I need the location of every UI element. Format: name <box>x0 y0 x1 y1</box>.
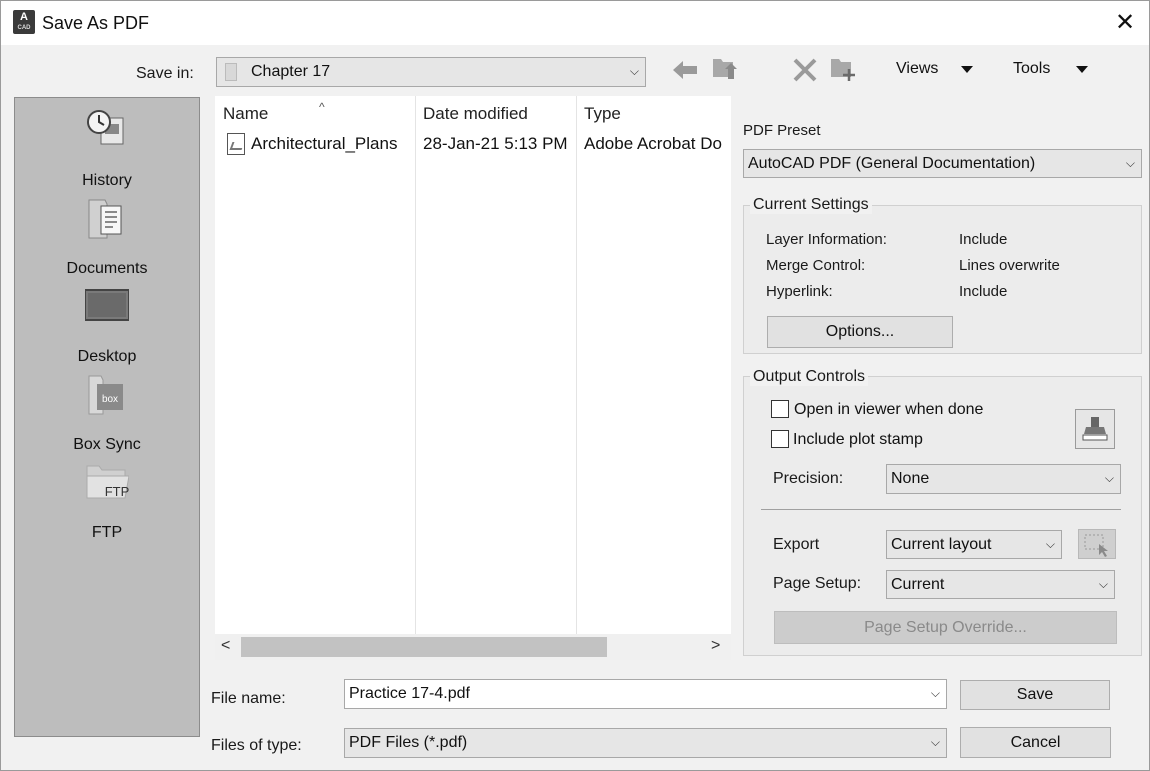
desktop-icon <box>85 289 129 321</box>
place-box-sync[interactable]: box Box Sync <box>15 372 199 458</box>
page-setup-override-button: Page Setup Override... <box>774 611 1117 644</box>
file-name-cell: Architectural_Plans <box>251 134 398 153</box>
pdf-preset-label: PDF Preset <box>743 122 821 139</box>
pdf-preset-dropdown[interactable]: AutoCAD PDF (General Documentation) ⌵ <box>743 149 1142 178</box>
merge-control-label: Merge Control: <box>766 257 866 274</box>
include-plot-stamp-label: Include plot stamp <box>793 431 923 448</box>
save-as-pdf-dialog: A CAD Save As PDF ✕ Save in: Chapter 17 ⌵… <box>0 0 1150 771</box>
files-of-type-dropdown[interactable]: PDF Files (*.pdf) ⌵ <box>344 728 947 758</box>
layer-information-label: Layer Information: <box>766 231 887 248</box>
files-of-type-value: PDF Files (*.pdf) <box>349 734 468 751</box>
plot-stamp-settings-button[interactable] <box>1075 409 1115 449</box>
merge-control-value: Lines overwrite <box>959 257 1060 274</box>
export-preview-button <box>1078 529 1116 559</box>
column-header-type[interactable]: Type <box>584 104 621 124</box>
files-of-type-label: Files of type: <box>211 737 302 754</box>
include-plot-stamp-checkbox[interactable] <box>771 430 789 448</box>
scroll-right-icon[interactable]: > <box>711 637 720 655</box>
chevron-down-icon[interactable]: ⌵ <box>931 686 940 701</box>
views-dropdown-arrow[interactable] <box>961 66 973 73</box>
column-divider[interactable] <box>576 96 577 634</box>
hyperlink-label: Hyperlink: <box>766 283 833 300</box>
file-name-value: Practice 17-4.pdf <box>349 685 470 702</box>
file-name-input[interactable]: Practice 17-4.pdf ⌵ <box>344 679 947 709</box>
chevron-down-icon: ⌵ <box>1125 155 1135 170</box>
output-controls-title: Output Controls <box>750 368 869 386</box>
page-setup-dropdown[interactable]: Current ⌵ <box>886 570 1115 599</box>
save-button[interactable]: Save <box>960 680 1110 710</box>
precision-label: Precision: <box>773 470 844 487</box>
layer-information-value: Include <box>959 231 1008 248</box>
chevron-down-icon: ⌵ <box>1104 470 1114 485</box>
chevron-down-icon: ⌵ <box>1045 536 1055 551</box>
column-divider[interactable] <box>415 96 416 634</box>
place-label: History <box>82 172 132 189</box>
up-folder-icon[interactable] <box>711 55 739 81</box>
chevron-down-icon: ⌵ <box>1098 576 1108 591</box>
delete-icon[interactable] <box>791 57 819 83</box>
place-documents[interactable]: Documents <box>15 196 199 282</box>
chevron-down-icon: ⌵ <box>629 63 639 78</box>
open-in-viewer-label: Open in viewer when done <box>794 401 984 418</box>
close-icon[interactable]: ✕ <box>1111 9 1139 37</box>
pdf-preset-value: AutoCAD PDF (General Documentation) <box>748 154 1036 172</box>
pdf-file-icon <box>227 133 245 155</box>
precision-value: None <box>891 470 930 487</box>
chevron-down-icon: ⌵ <box>930 734 940 749</box>
options-button[interactable]: Options... <box>767 316 953 348</box>
sort-ascending-icon: ^ <box>319 100 325 114</box>
box-sync-icon: box <box>88 375 123 415</box>
save-in-dropdown[interactable]: Chapter 17 ⌵ <box>216 57 646 87</box>
file-name-label: File name: <box>211 690 286 707</box>
select-area-icon <box>1084 534 1108 557</box>
tools-menu[interactable]: Tools <box>1013 60 1050 78</box>
tools-dropdown-arrow[interactable] <box>1076 66 1088 73</box>
page-setup-label: Page Setup: <box>773 575 862 592</box>
file-date-cell: 28-Jan-21 5:13 PM <box>423 134 568 153</box>
horizontal-scrollbar[interactable]: < > <box>215 634 731 660</box>
cancel-button[interactable]: Cancel <box>960 727 1111 758</box>
documents-icon <box>88 199 122 239</box>
scroll-left-icon[interactable]: < <box>221 637 230 655</box>
title-bar: A CAD Save As PDF ✕ <box>1 1 1149 45</box>
ftp-icon: FTP <box>86 465 129 499</box>
save-in-value: Chapter 17 <box>251 63 331 80</box>
file-list[interactable]: Name ^ Date modified Type Architectural_… <box>215 96 731 634</box>
svg-text:FTP: FTP <box>105 484 129 499</box>
hyperlink-value: Include <box>959 283 1008 300</box>
save-in-label: Save in: <box>136 65 194 82</box>
place-ftp[interactable]: FTP FTP <box>15 460 199 546</box>
scrollbar-thumb[interactable] <box>241 637 607 657</box>
folder-icon <box>225 63 237 81</box>
place-label: FTP <box>91 524 123 541</box>
back-arrow-icon[interactable] <box>671 57 699 83</box>
column-header-date[interactable]: Date modified <box>423 104 528 124</box>
place-history[interactable]: History <box>15 108 199 194</box>
views-menu[interactable]: Views <box>896 60 938 78</box>
window-title: Save As PDF <box>42 13 150 33</box>
autocad-app-icon: A CAD <box>13 10 35 34</box>
section-divider <box>761 509 1121 510</box>
places-bar: History Documents Desktop box Box Sync F… <box>14 97 200 737</box>
current-settings-title: Current Settings <box>750 196 872 214</box>
file-type-cell: Adobe Acrobat Do <box>584 134 722 153</box>
precision-dropdown[interactable]: None ⌵ <box>886 464 1121 494</box>
column-header-name[interactable]: Name ^ <box>223 100 325 124</box>
new-folder-icon[interactable] <box>829 55 857 81</box>
open-in-viewer-checkbox[interactable] <box>771 400 789 418</box>
stamp-icon <box>1082 417 1108 441</box>
export-dropdown[interactable]: Current layout ⌵ <box>886 530 1062 559</box>
place-label: Desktop <box>77 348 137 365</box>
place-label: Box Sync <box>73 436 141 453</box>
svg-text:box: box <box>102 394 118 405</box>
place-label: Documents <box>66 260 148 277</box>
export-label: Export <box>773 536 820 553</box>
page-setup-value: Current <box>891 575 945 593</box>
place-desktop[interactable]: Desktop <box>15 284 199 370</box>
export-value: Current layout <box>891 535 992 553</box>
history-icon <box>87 110 124 145</box>
